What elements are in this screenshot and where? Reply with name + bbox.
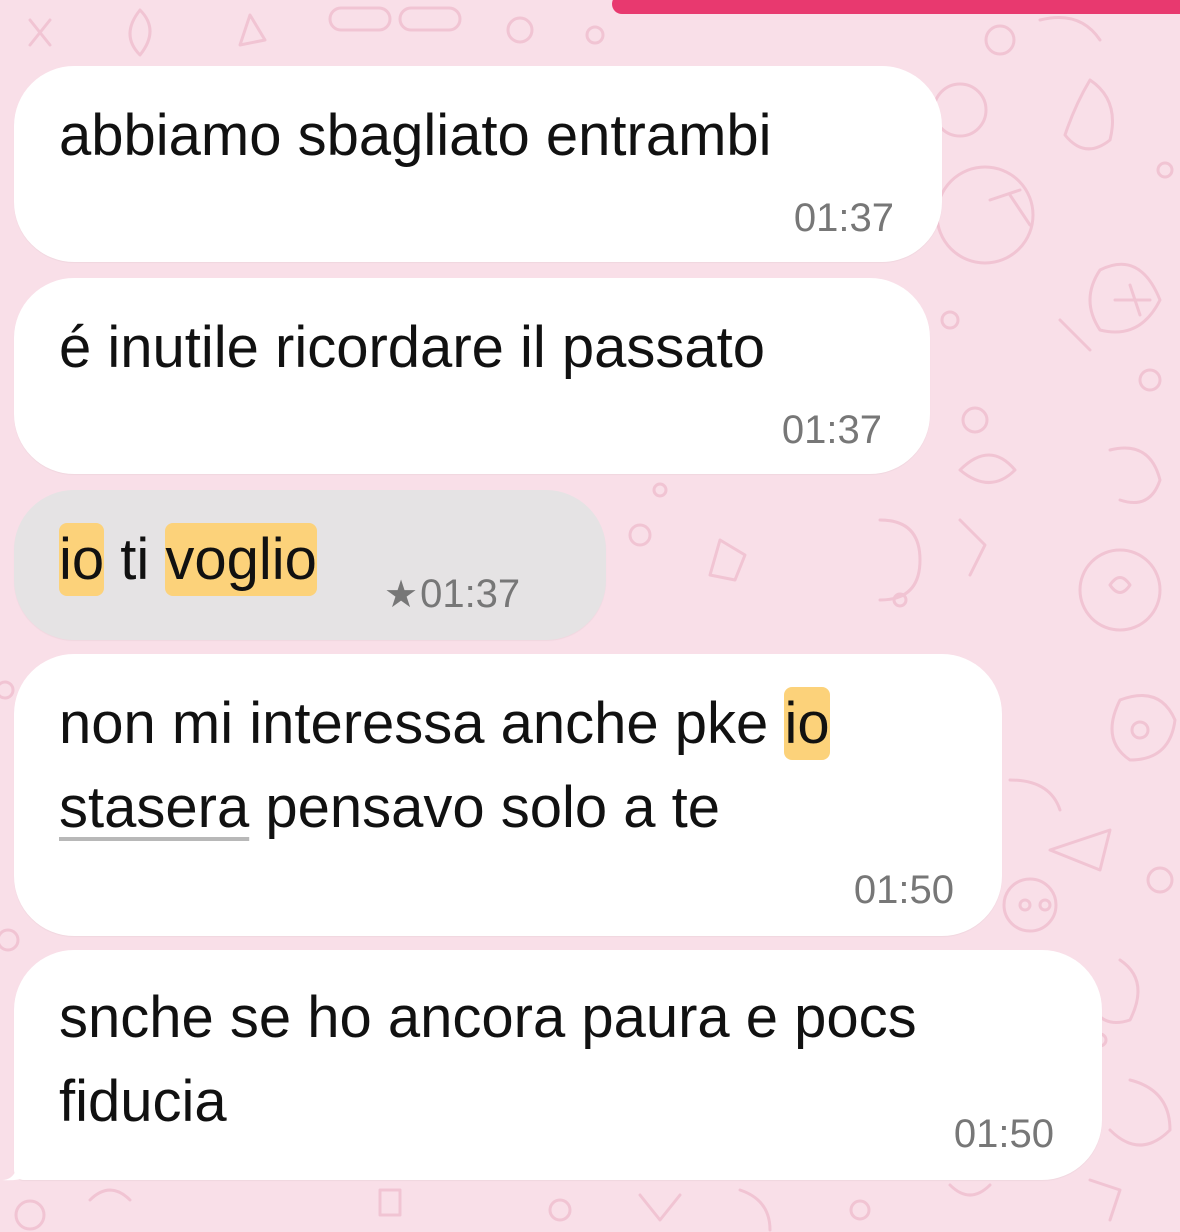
message-bubble[interactable]: abbiamo sbagliato entrambi 01:37 [14, 66, 942, 262]
message-timestamp: 01:37 [793, 196, 894, 240]
message-meta: ★01:37 [384, 574, 520, 615]
message-text-segment: non mi interessa anche pke [59, 691, 785, 756]
top-accent-bar [612, 0, 1180, 14]
message-bubble[interactable]: é inutile ricordare il passato 01:37 [14, 278, 930, 474]
underlined-word[interactable]: stasera [59, 775, 249, 840]
star-icon: ★ [384, 574, 419, 616]
bubble-tail [2, 1140, 38, 1181]
message-timestamp: 01:37 [781, 408, 882, 452]
message-timestamp: 01:37 [420, 572, 521, 616]
message-text: é inutile ricordare il passato [59, 315, 766, 380]
message-text: abbiamo sbagliato entrambi [59, 103, 772, 168]
message-bubble[interactable]: non mi interessa anche pke io stasera pe… [14, 654, 1002, 936]
message-text-line: stasera pensavo solo a te [59, 766, 720, 850]
message-text-line: fiducia [59, 1069, 227, 1134]
message-text-segment: ti [104, 527, 166, 592]
search-highlight: io [59, 523, 105, 596]
message-bubble-selected[interactable]: io ti voglio ★01:37 [14, 490, 606, 640]
message-timestamp: 01:50 [953, 1112, 1054, 1156]
message-bubble[interactable]: snche se ho ancora paura e pocs fiducia … [14, 950, 1102, 1180]
message-timestamp: 01:50 [853, 868, 954, 912]
message-text-line: non mi interessa anche pke io [59, 682, 830, 766]
message-text-line: snche se ho ancora paura e pocs [59, 985, 917, 1050]
search-highlight: io [784, 687, 830, 760]
message-text-segment: pensavo solo a te [249, 775, 720, 840]
message-text: io ti voglio [59, 518, 317, 602]
search-highlight: voglio [165, 523, 317, 596]
